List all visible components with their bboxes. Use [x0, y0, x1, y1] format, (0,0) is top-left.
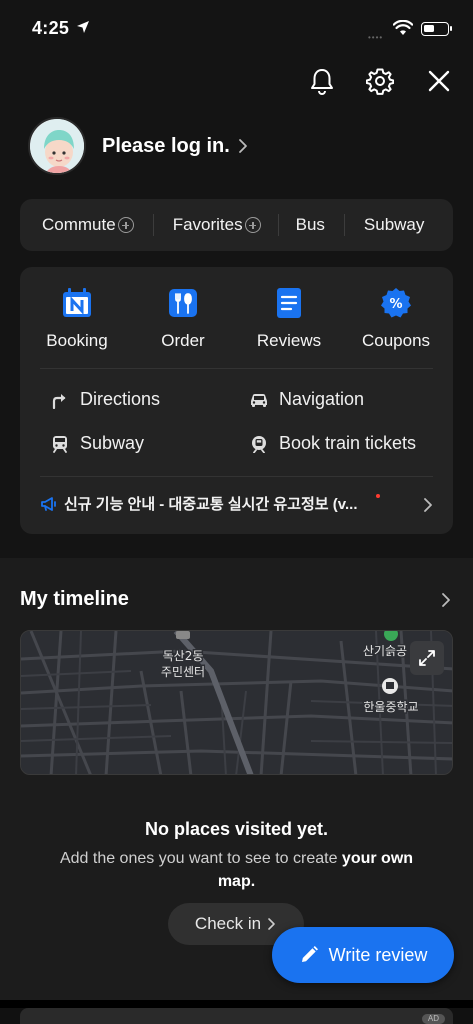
booking-button[interactable]: Booking: [27, 287, 127, 351]
services-card: Booking Order Reviews % Coupons Directio…: [20, 267, 453, 534]
add-icon: [117, 217, 134, 233]
reviews-icon: [273, 287, 305, 319]
tab-favorites[interactable]: Favorites: [173, 199, 261, 251]
megaphone-icon: [41, 496, 56, 511]
map-label-center: 주민센터: [161, 665, 205, 679]
login-row[interactable]: Please log in.: [28, 117, 248, 175]
map-streets: 독산2동 주민센터 산기슭공 한울중학교: [21, 631, 452, 774]
order-label: Order: [161, 331, 205, 350]
tab-bus-label: Bus: [295, 215, 325, 234]
divider: [277, 214, 279, 236]
chevron-right-icon[interactable]: [441, 592, 451, 608]
expand-icon: [419, 650, 435, 666]
timeline-map[interactable]: 독산2동 주민센터 산기슭공 한울중학교: [20, 630, 453, 775]
order-button[interactable]: Order: [133, 287, 233, 351]
notice-text: 신규 기능 안내 - 대중교통 실시간 유고정보 (v...: [64, 496, 358, 513]
svg-text:%: %: [389, 297, 402, 312]
divider: [152, 214, 154, 236]
reviews-button[interactable]: Reviews: [239, 287, 339, 351]
map-label-dongsan: 독산2동: [163, 649, 204, 663]
divider: [343, 214, 345, 236]
order-icon: [167, 287, 199, 319]
gear-icon[interactable]: [365, 66, 395, 96]
close-icon[interactable]: [424, 66, 454, 96]
tab-subway[interactable]: Subway: [364, 199, 424, 251]
status-time: 4:25: [32, 18, 70, 38]
directions-icon: [50, 390, 70, 410]
reviews-label: Reviews: [256, 331, 322, 350]
coupons-label: Coupons: [361, 331, 431, 350]
car-icon: [249, 390, 269, 410]
map-label-hillside: 산기슭공: [363, 644, 407, 658]
quick-tabs: Commute Favorites Bus Subway: [20, 199, 453, 251]
directions-label: Directions: [80, 389, 161, 409]
login-prompt: Please log in.: [102, 134, 230, 157]
chevron-right-icon[interactable]: [423, 497, 433, 513]
subway-label: Subway: [80, 433, 145, 453]
expand-map-button[interactable]: [410, 641, 444, 675]
tab-favorites-label: Favorites: [172, 215, 243, 234]
status-bar: 4:25 ••••: [0, 0, 473, 60]
empty-state-description: Add the ones you want to see to create y…: [40, 847, 433, 893]
empty-state-title: No places visited yet.: [144, 819, 329, 839]
write-review-button[interactable]: Write review: [272, 927, 454, 983]
check-in-label: Check in: [194, 914, 262, 933]
train-icon: [249, 434, 269, 454]
notice-banner[interactable]: 신규 기능 안내 - 대중교통 실시간 유고정보 (v...: [40, 493, 380, 514]
ad-label: AD: [421, 1014, 445, 1024]
tab-subway-label: Subway: [363, 215, 425, 234]
signal-icon: ••••: [368, 33, 384, 42]
divider: [40, 368, 433, 369]
book-train-link[interactable]: Book train tickets: [249, 433, 416, 454]
write-review-label: Write review: [328, 944, 428, 965]
subway-link[interactable]: Subway: [50, 433, 144, 454]
book-train-label: Book train tickets: [279, 433, 417, 453]
empty-desc-plain: Add the ones you want to see to create: [59, 850, 342, 867]
bell-icon[interactable]: [307, 66, 337, 96]
coupons-icon: %: [380, 287, 412, 319]
wifi-icon: [393, 20, 413, 35]
chevron-right-icon: [238, 139, 247, 153]
booking-label: Booking: [46, 331, 108, 350]
coupons-button[interactable]: % Coupons: [346, 287, 446, 351]
directions-link[interactable]: Directions: [50, 389, 160, 410]
chevron-right-icon: [268, 918, 275, 930]
ad-banner[interactable]: [20, 1008, 453, 1024]
navigation-link[interactable]: Navigation: [249, 389, 364, 410]
new-badge-dot: [376, 494, 380, 498]
tab-bus[interactable]: Bus: [296, 199, 325, 251]
booking-icon: [61, 287, 93, 319]
menu-panel: 4:25 •••• Please log in. Commute Favorit…: [0, 0, 473, 558]
subway-icon: [50, 434, 70, 454]
timeline-title: My timeline: [20, 588, 129, 610]
battery-icon: [421, 22, 452, 36]
tab-commute[interactable]: Commute: [42, 199, 134, 251]
pencil-icon: [301, 946, 318, 962]
location-arrow-icon: [77, 21, 89, 33]
timeline-section: My timeline 독산2동 주민센터 산기슭공 한울중학교 No plac…: [0, 558, 473, 1000]
map-label-school: 한울중학교: [363, 700, 418, 714]
tab-commute-label: Commute: [42, 215, 116, 234]
navigation-label: Navigation: [279, 389, 365, 409]
avatar: [28, 117, 86, 175]
add-icon: [244, 217, 261, 233]
divider: [40, 476, 433, 477]
